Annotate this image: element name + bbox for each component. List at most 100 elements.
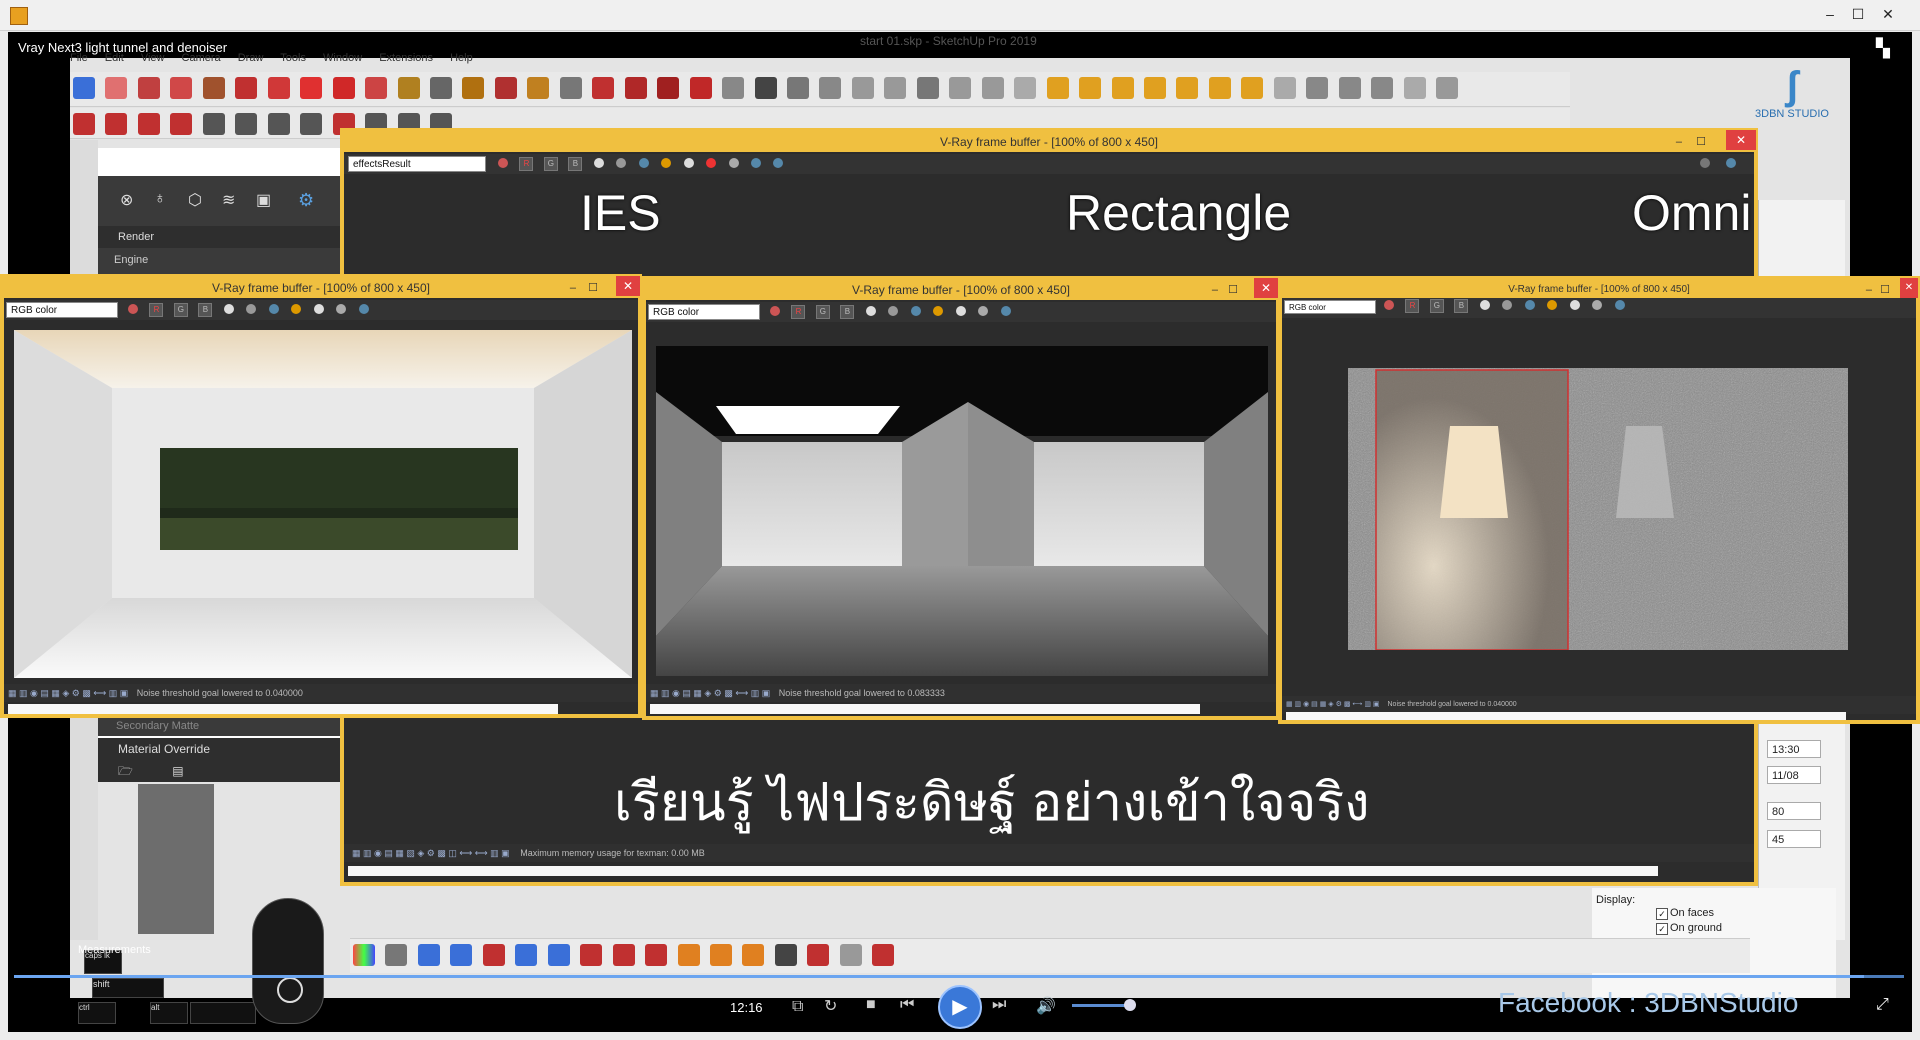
vfb-rect-channel-select[interactable]: RGB color [648,304,760,320]
save-image-icon[interactable] [268,304,279,314]
settings-gear-icon[interactable]: ⚙ [298,190,314,211]
repeat-icon[interactable]: ↻ [824,996,837,1016]
volume-icon[interactable]: 🔊 [1036,996,1056,1016]
box-icon[interactable] [709,944,732,966]
close-button[interactable]: ✕ [1876,4,1900,24]
mesh-light-icon[interactable] [1241,77,1264,99]
stack-icon[interactable] [645,944,668,966]
ies-light-icon[interactable] [1143,77,1166,99]
select-icon[interactable] [73,77,95,99]
pack-icon[interactable] [1436,77,1459,99]
red-channel-button[interactable]: R [791,305,806,319]
render-section-header[interactable]: Render [98,226,344,248]
mesh-clipper-icon[interactable] [1371,77,1394,99]
stop-render-icon[interactable] [1700,158,1710,168]
menu-window[interactable]: Window [323,52,362,64]
proxy-icon[interactable] [1273,77,1296,99]
open-folder-icon[interactable] [933,306,944,316]
history-icon[interactable] [1614,300,1625,310]
stop-icon[interactable]: ■ [866,996,876,1014]
move-icon[interactable] [300,77,323,99]
arc-icon[interactable] [170,77,193,99]
save-image-icon[interactable] [910,306,921,316]
blue-channel-button[interactable]: B [568,157,583,171]
track-mouse-icon[interactable] [770,306,780,316]
white-dot-icon[interactable] [865,306,876,316]
blue-channel-button[interactable]: B [198,303,213,317]
redo-icon[interactable] [612,944,635,966]
dimension-icon[interactable] [872,944,895,966]
component-icon[interactable] [417,944,440,966]
region-icon[interactable] [728,158,739,168]
camera-icon[interactable] [786,77,809,99]
zoom-icon[interactable] [559,77,582,99]
view-icon[interactable] [884,77,907,99]
vfb-main-maximize[interactable]: ☐ [1696,132,1706,152]
spot-light-icon[interactable] [1111,77,1134,99]
mirror-icon[interactable] [547,944,570,966]
gear-tool-icon[interactable] [202,113,225,135]
minimize-button[interactable]: – [1818,4,1842,24]
grid-icon[interactable]: ▚ [1876,38,1896,58]
gray-dot-icon[interactable] [246,304,257,314]
link-icon[interactable] [750,158,761,168]
volume-slider[interactable] [1072,1004,1132,1007]
on-ground-checkbox[interactable]: ✓ [1656,923,1668,935]
copy-icon[interactable] [955,306,966,316]
save-icon[interactable]: ▤ [172,764,183,778]
red-channel-button[interactable]: R [519,157,534,171]
cube-icon[interactable] [742,944,765,966]
pencil-icon[interactable] [137,77,160,99]
vfb-omni-close[interactable]: ✕ [1900,278,1918,298]
region-icon[interactable] [1592,300,1603,310]
pan-icon[interactable] [527,77,550,99]
light-field[interactable]: 80 [1767,802,1821,820]
material-override-row[interactable]: Material Override 🗁 ▤ [98,738,344,782]
folder-icon[interactable]: 🗁 [118,764,133,778]
previous-icon[interactable]: ⏮ [900,996,914,1014]
menu-help[interactable]: Help [450,52,473,64]
white-dot-icon[interactable] [593,158,604,168]
rotate-icon[interactable] [332,77,355,99]
vfb-rect-minimize[interactable]: – [1212,280,1218,300]
light-icon[interactable] [1046,77,1069,99]
menu-camera[interactable]: Camera [182,52,221,64]
history-icon[interactable] [773,158,784,168]
time-field[interactable]: 13:30 [1767,740,1821,758]
copy-icon[interactable] [313,304,324,314]
zoom-extents-icon[interactable] [592,77,615,99]
white-dot-icon[interactable] [223,304,234,314]
region-icon[interactable] [336,304,347,314]
menu-edit[interactable]: Edit [105,52,124,64]
vfb-rect-maximize[interactable]: ☐ [1228,280,1238,300]
track-mouse-icon[interactable] [128,304,138,314]
rectangle-tool-icon[interactable] [202,77,225,99]
copy-icon[interactable] [683,158,694,168]
gray-dot-icon[interactable] [616,158,627,168]
vfb-ies-close[interactable]: ✕ [616,276,640,296]
solid-icon[interactable] [677,944,700,966]
tree-icon[interactable] [807,944,830,966]
vfb-omni-minimize[interactable]: – [1866,280,1872,300]
clear-icon[interactable] [706,158,717,168]
menu-tools[interactable]: Tools [280,52,306,64]
omni-light-icon[interactable] [1176,77,1199,99]
followme-icon[interactable] [267,77,290,99]
play-button[interactable]: ▶ [938,985,982,1029]
align-icon[interactable] [515,944,538,966]
fur-icon[interactable] [1338,77,1361,99]
flip-icon[interactable] [450,944,473,966]
switch-icon[interactable]: ⧉ [792,998,803,1016]
history-icon[interactable] [1000,306,1011,316]
top-view-icon[interactable] [949,77,972,99]
front-view-icon[interactable] [981,77,1004,99]
vfb-ies-minimize[interactable]: – [570,278,576,298]
green-channel-button[interactable]: G [173,303,188,317]
warehouse-icon[interactable] [624,77,647,99]
red-channel-button[interactable]: R [1405,299,1420,313]
gray-dot-icon[interactable] [888,306,899,316]
copy-icon[interactable] [1569,300,1580,310]
intersect-tool-icon[interactable] [170,113,193,135]
cursor-tool-icon[interactable] [385,944,408,966]
vfb-main-close[interactable]: ✕ [1726,130,1756,150]
